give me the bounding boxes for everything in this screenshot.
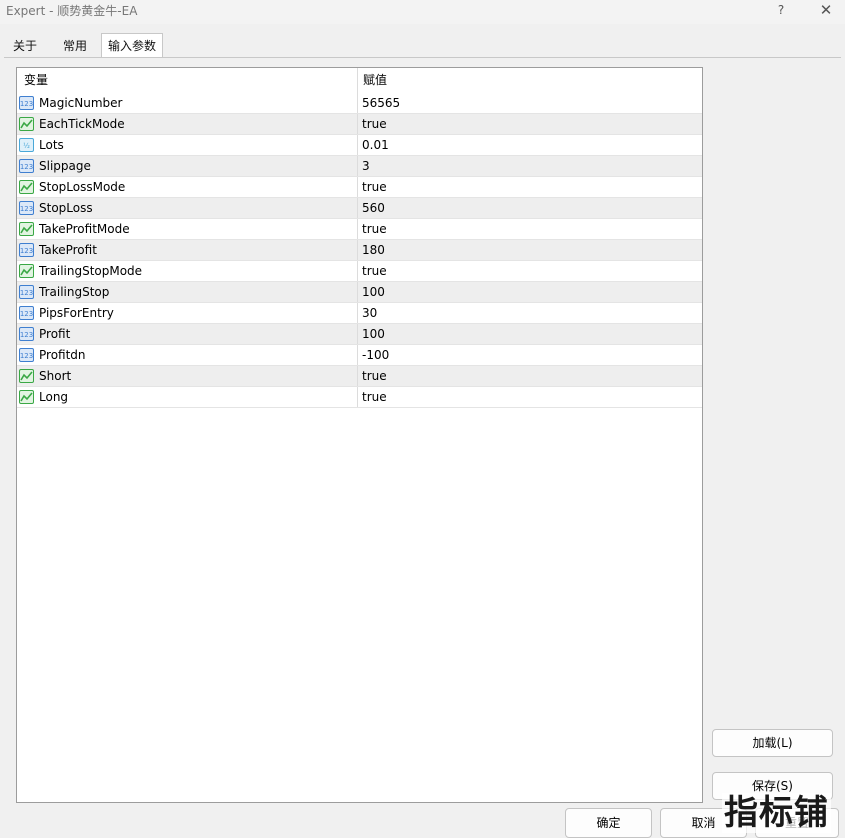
int-icon: 123 — [19, 96, 34, 110]
svg-text:123: 123 — [20, 163, 33, 171]
table-row[interactable]: 123 Profitdn -100 — [17, 345, 702, 366]
variable-name: EachTickMode — [39, 117, 125, 131]
table-row[interactable]: 123 StopLoss 560 — [17, 198, 702, 219]
variable-name: TakeProfitMode — [39, 222, 130, 236]
variable-name: Profit — [39, 327, 71, 341]
table-row[interactable]: ½ Lots 0.01 — [17, 135, 702, 156]
variable-cell: 123 MagicNumber — [17, 93, 358, 113]
table-row[interactable]: 123 TakeProfit 180 — [17, 240, 702, 261]
double-icon: ½ — [19, 138, 34, 152]
variable-name: MagicNumber — [39, 96, 123, 110]
tab-strip: 关于 常用 输入参数 — [0, 33, 845, 58]
bool-icon — [19, 264, 34, 278]
table-row[interactable]: TakeProfitMode true — [17, 219, 702, 240]
svg-text:123: 123 — [20, 100, 33, 108]
table-row[interactable]: StopLossMode true — [17, 177, 702, 198]
int-icon: 123 — [19, 285, 34, 299]
variable-name: TrailingStop — [39, 285, 110, 299]
variable-cell: 123 PipsForEntry — [17, 303, 358, 323]
table-row[interactable]: EachTickMode true — [17, 114, 702, 135]
variable-name: StopLoss — [39, 201, 93, 215]
int-icon: 123 — [19, 159, 34, 173]
variable-cell: 123 TakeProfit — [17, 240, 358, 260]
variable-name: TrailingStopMode — [39, 264, 143, 278]
column-header-variable[interactable]: 变量 — [17, 68, 358, 93]
variable-cell: Short — [17, 366, 358, 386]
variable-cell: 123 Slippage — [17, 156, 358, 176]
variable-cell: 123 TrailingStop — [17, 282, 358, 302]
int-icon: 123 — [19, 201, 34, 215]
value-cell[interactable]: 56565 — [362, 93, 400, 113]
grid-header: 变量 赋值 — [17, 68, 702, 93]
bool-icon — [19, 390, 34, 404]
variable-name: TakeProfit — [39, 243, 97, 257]
load-button[interactable]: 加载(L) — [712, 729, 833, 757]
value-cell[interactable]: 30 — [362, 303, 377, 323]
tab-common[interactable]: 常用 — [54, 34, 96, 58]
table-row[interactable]: TrailingStopMode true — [17, 261, 702, 282]
variable-cell: 123 Profit — [17, 324, 358, 344]
title-bar: Expert - 顺势黄金牛-EA ? ✕ — [0, 0, 845, 24]
table-row[interactable]: 123 TrailingStop 100 — [17, 282, 702, 303]
table-row[interactable]: 123 Profit 100 — [17, 324, 702, 345]
table-row[interactable]: Short true — [17, 366, 702, 387]
svg-text:123: 123 — [20, 310, 33, 318]
variable-name: Slippage — [39, 159, 91, 173]
variable-name: PipsForEntry — [39, 306, 114, 320]
parameters-grid: 变量 赋值 123 MagicNumber 56565 EachTickMode tru… — [16, 67, 703, 803]
window-title: Expert - 顺势黄金牛-EA — [6, 4, 138, 18]
tab-inputs[interactable]: 输入参数 — [101, 33, 163, 58]
table-row[interactable]: 123 Slippage 3 — [17, 156, 702, 177]
watermark: 指标铺 — [722, 793, 831, 833]
ok-button[interactable]: 确定 — [565, 808, 652, 838]
variable-cell: 123 Profitdn — [17, 345, 358, 365]
bool-icon — [19, 222, 34, 236]
column-header-value[interactable]: 赋值 — [358, 68, 702, 93]
value-cell[interactable]: true — [362, 177, 387, 197]
variable-cell: StopLossMode — [17, 177, 358, 197]
value-cell[interactable]: 0.01 — [362, 135, 389, 155]
value-cell[interactable]: 100 — [362, 324, 385, 344]
value-cell[interactable]: true — [362, 219, 387, 239]
variable-cell: EachTickMode — [17, 114, 358, 134]
value-cell[interactable]: -100 — [362, 345, 389, 365]
variable-cell: Long — [17, 387, 358, 407]
int-icon: 123 — [19, 327, 34, 341]
value-cell[interactable]: true — [362, 114, 387, 134]
variable-name: Lots — [39, 138, 64, 152]
tab-about[interactable]: 关于 — [4, 34, 46, 58]
value-cell[interactable]: 3 — [362, 156, 370, 176]
variable-name: StopLossMode — [39, 180, 126, 194]
variable-cell: TakeProfitMode — [17, 219, 358, 239]
table-row[interactable]: 123 PipsForEntry 30 — [17, 303, 702, 324]
bool-icon — [19, 180, 34, 194]
variable-name: Short — [39, 369, 72, 383]
bool-icon — [19, 117, 34, 131]
value-cell[interactable]: 180 — [362, 240, 385, 260]
svg-text:123: 123 — [20, 289, 33, 297]
variable-name: Profitdn — [39, 348, 86, 362]
svg-text:½: ½ — [23, 142, 30, 150]
close-button[interactable]: ✕ — [814, 0, 838, 22]
svg-text:123: 123 — [20, 352, 33, 360]
variable-name: Long — [39, 390, 69, 404]
int-icon: 123 — [19, 348, 34, 362]
svg-text:123: 123 — [20, 247, 33, 255]
variable-cell: ½ Lots — [17, 135, 358, 155]
int-icon: 123 — [19, 306, 34, 320]
variable-cell: TrailingStopMode — [17, 261, 358, 281]
value-cell[interactable]: true — [362, 261, 387, 281]
svg-text:123: 123 — [20, 205, 33, 213]
table-row[interactable]: Long true — [17, 387, 702, 408]
value-cell[interactable]: true — [362, 366, 387, 386]
variable-cell: 123 StopLoss — [17, 198, 358, 218]
table-row[interactable]: 123 MagicNumber 56565 — [17, 93, 702, 114]
value-cell[interactable]: 560 — [362, 198, 385, 218]
value-cell[interactable]: 100 — [362, 282, 385, 302]
svg-text:123: 123 — [20, 331, 33, 339]
int-icon: 123 — [19, 243, 34, 257]
value-cell[interactable]: true — [362, 387, 387, 407]
help-button[interactable]: ? — [770, 0, 792, 22]
bool-icon — [19, 369, 34, 383]
